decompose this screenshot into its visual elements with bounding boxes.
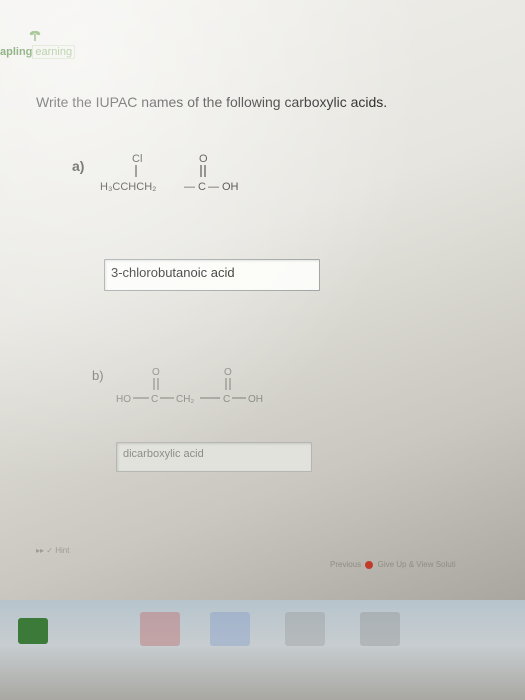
structure-b: O O HO C CH₂ C OH <box>116 367 263 405</box>
struct-b-carbon-2: C <box>223 394 230 405</box>
hint-button[interactable]: ▸▸ ✓ Hint <box>36 546 69 555</box>
struct-b-carbon-1: C <box>151 394 158 405</box>
taskbar <box>0 600 525 700</box>
struct-a-carbon: C <box>198 181 206 193</box>
hint-arrow-icon: ▸▸ ✓ <box>36 546 56 555</box>
previous-button[interactable]: Previous <box>330 560 361 569</box>
monitor-screen <box>0 0 525 600</box>
logo-part2: earning <box>32 45 76 59</box>
sapling-leaf-icon <box>29 30 41 41</box>
struct-a-oxygen: O <box>199 153 208 165</box>
taskbar-app-icon[interactable] <box>360 612 400 646</box>
struct-a-bond-1: — <box>184 181 195 193</box>
struct-b-oxygen-1: O <box>152 367 160 378</box>
give-up-button[interactable]: Give Up & View Soluti <box>378 560 456 569</box>
hint-label: Hint <box>55 546 70 555</box>
struct-b-oxygen-2: O <box>224 367 232 378</box>
footer-actions: Previous Give Up & View Soluti <box>330 560 456 569</box>
struct-b-oh: OH <box>248 394 263 405</box>
sapling-learning-logo: apling earning <box>0 45 76 59</box>
give-up-icon <box>365 560 374 569</box>
struct-a-main-chain: H₃CCHCH₂ <box>100 181 156 193</box>
taskbar-app-icon[interactable] <box>140 612 180 646</box>
struct-a-oh: OH <box>222 181 239 193</box>
struct-b-ho: HO <box>116 394 131 405</box>
logo-part1: apling <box>0 46 33 58</box>
taskbar-app-icon[interactable] <box>285 612 325 646</box>
answer-b-input[interactable]: dicarboxylic acid <box>116 442 312 472</box>
question-a-label: a) <box>72 158 85 174</box>
struct-b-ch2: CH₂ <box>176 394 194 405</box>
question-prompt: Write the IUPAC names of the following c… <box>36 94 388 110</box>
question-footer: ▸▸ ✓ Hint Previous Give Up & View Soluti <box>0 540 525 580</box>
struct-a-cl: Cl <box>132 153 142 165</box>
answer-a-input[interactable]: 3-chlorobutanoic acid <box>104 259 320 291</box>
question-b-label: b) <box>92 368 104 383</box>
start-icon[interactable] <box>18 618 48 644</box>
taskbar-app-icon[interactable] <box>210 612 250 646</box>
struct-a-bond-2: — <box>208 181 219 193</box>
structure-a: Cl O H₃CCHCH₂ — C — OH <box>100 153 239 193</box>
